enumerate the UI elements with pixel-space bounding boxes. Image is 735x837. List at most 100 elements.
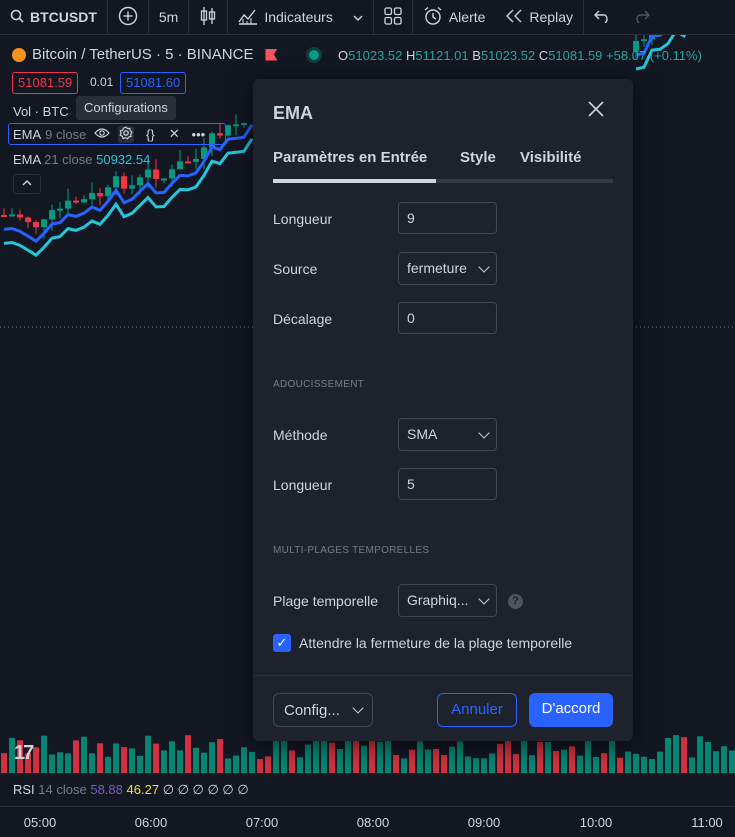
indicators-dropdown[interactable] bbox=[343, 0, 374, 34]
length-label: Longueur bbox=[273, 211, 333, 227]
candle-body bbox=[145, 169, 151, 178]
defaults-dropdown-button[interactable]: Config... bbox=[273, 693, 373, 727]
symbol-legend[interactable]: Bitcoin / TetherUS · 5 · BINANCE bbox=[12, 46, 320, 63]
wait-close-label[interactable]: Attendre la fermeture de la plage tempor… bbox=[299, 635, 572, 651]
help-icon[interactable]: ? bbox=[508, 594, 523, 609]
cancel-button[interactable]: Annuler bbox=[437, 693, 517, 727]
close-icon[interactable] bbox=[587, 99, 605, 123]
interval-label: 5m bbox=[158, 9, 179, 25]
interval-button[interactable]: 5m bbox=[149, 0, 190, 34]
method-select[interactable]: SMA bbox=[398, 418, 497, 451]
volume-bar bbox=[369, 740, 375, 773]
mtf-section-title: MULTI-PLAGES TEMPORELLES bbox=[273, 545, 430, 556]
rsi-empty-values: ∅ ∅ ∅ ∅ ∅ ∅ bbox=[162, 782, 249, 797]
alert-button[interactable]: Alerte bbox=[413, 0, 496, 34]
tradingview-logo[interactable]: 17 bbox=[14, 742, 34, 765]
source-select[interactable]: fermeture bbox=[398, 252, 497, 285]
collapse-legend-button[interactable] bbox=[13, 174, 41, 194]
rewind-icon bbox=[505, 9, 523, 26]
candle-body bbox=[113, 176, 119, 188]
volume-bar bbox=[657, 751, 663, 773]
flag-icon[interactable] bbox=[265, 48, 278, 61]
more-icon[interactable]: ••• bbox=[190, 127, 206, 142]
ema-9-legend[interactable]: EMA 9 close {} ✕ ••• bbox=[8, 123, 226, 145]
rsi-params: 14 close bbox=[38, 782, 87, 797]
volume-bar bbox=[49, 754, 55, 773]
volume-bar bbox=[137, 755, 143, 773]
candle-body bbox=[9, 214, 15, 217]
time-tick: 11:00 bbox=[691, 815, 723, 830]
indicators-icon bbox=[238, 7, 258, 28]
volume-bar bbox=[201, 752, 207, 773]
candle-body bbox=[97, 192, 103, 197]
ok-button[interactable]: D'accord bbox=[529, 693, 613, 727]
replay-button[interactable]: Replay bbox=[495, 0, 584, 34]
buy-price-button[interactable]: 51081.60 bbox=[120, 72, 187, 94]
redo-button[interactable] bbox=[622, 0, 660, 34]
eye-icon[interactable] bbox=[94, 127, 111, 142]
time-axis[interactable]: 05:00 06:00 07:00 08:00 09:00 10:00 11:00 bbox=[0, 806, 735, 837]
tab-style[interactable]: Style bbox=[460, 149, 496, 166]
volume-bar bbox=[113, 743, 119, 773]
wait-close-checkbox[interactable]: ✓ bbox=[273, 634, 291, 652]
tab-inputs[interactable]: Paramètres en Entrée bbox=[273, 149, 427, 166]
volume-bar bbox=[689, 757, 695, 773]
market-status-icon bbox=[309, 49, 320, 60]
volume-bar bbox=[185, 735, 191, 773]
ema-21-legend[interactable]: EMA 21 close 50932.54 bbox=[13, 152, 150, 167]
active-tab-indicator bbox=[273, 179, 436, 183]
volume-bar bbox=[569, 746, 575, 773]
high-value: 51121.01 bbox=[415, 48, 469, 63]
length-input[interactable]: 9 bbox=[398, 202, 497, 234]
remove-icon[interactable]: ✕ bbox=[166, 126, 182, 142]
volume-bar bbox=[641, 756, 647, 773]
timeframe-select[interactable]: Graphiq... bbox=[398, 584, 497, 617]
undo-button[interactable] bbox=[584, 0, 622, 34]
tab-visibility[interactable]: Visibilité bbox=[520, 149, 581, 166]
volume-bar bbox=[217, 739, 223, 773]
candle-body bbox=[193, 158, 199, 162]
volume-bar bbox=[73, 740, 79, 773]
open-key: O bbox=[338, 48, 349, 63]
offset-input[interactable]: 0 bbox=[398, 302, 497, 334]
chevron-down-icon bbox=[478, 592, 490, 605]
volume-bar bbox=[81, 736, 87, 773]
layouts-button[interactable] bbox=[374, 0, 413, 34]
volume-legend[interactable]: Vol · BTC bbox=[13, 104, 69, 119]
volume-bar bbox=[249, 751, 255, 773]
volume-bar bbox=[153, 743, 159, 773]
ema-9-name: EMA bbox=[13, 126, 42, 142]
close-value: 51081.59 bbox=[548, 48, 603, 63]
volume-bar bbox=[209, 742, 215, 773]
smoothing-length-input[interactable]: 5 bbox=[398, 468, 497, 500]
rsi-legend[interactable]: RSI 14 close 58.88 46.27 ∅ ∅ ∅ ∅ ∅ ∅ bbox=[13, 782, 249, 798]
compare-button[interactable] bbox=[108, 0, 149, 34]
volume-bar bbox=[713, 751, 719, 773]
volume-bar bbox=[505, 736, 511, 773]
open-value: 51023.52 bbox=[348, 48, 403, 63]
candle-body bbox=[185, 161, 191, 164]
volume-bar bbox=[145, 735, 151, 773]
sell-price-button[interactable]: 51081.59 bbox=[12, 72, 79, 94]
indicators-button[interactable]: Indicateurs bbox=[228, 0, 342, 34]
volume-bar bbox=[673, 735, 679, 773]
add-circle-icon bbox=[118, 6, 138, 29]
volume-bar bbox=[329, 742, 335, 773]
volume-bar bbox=[305, 744, 311, 773]
candle-body bbox=[121, 176, 127, 189]
change-value: +58.07 (+0.11%) bbox=[606, 48, 702, 63]
gear-icon[interactable] bbox=[118, 125, 135, 143]
volume-bar bbox=[129, 748, 135, 773]
volume-bar bbox=[97, 743, 103, 773]
low-key: B bbox=[472, 48, 481, 63]
volume-bar bbox=[449, 746, 455, 773]
chart-type-button[interactable] bbox=[189, 0, 229, 34]
candle-body bbox=[57, 208, 63, 211]
volume-bar bbox=[121, 747, 127, 773]
source-code-icon[interactable]: {} bbox=[142, 127, 158, 142]
alarm-clock-icon bbox=[423, 6, 443, 29]
volume-bar bbox=[297, 757, 303, 773]
candle-body bbox=[233, 124, 239, 127]
symbol-search[interactable]: BTCUSDT bbox=[0, 0, 108, 34]
volume-bar bbox=[561, 749, 567, 773]
